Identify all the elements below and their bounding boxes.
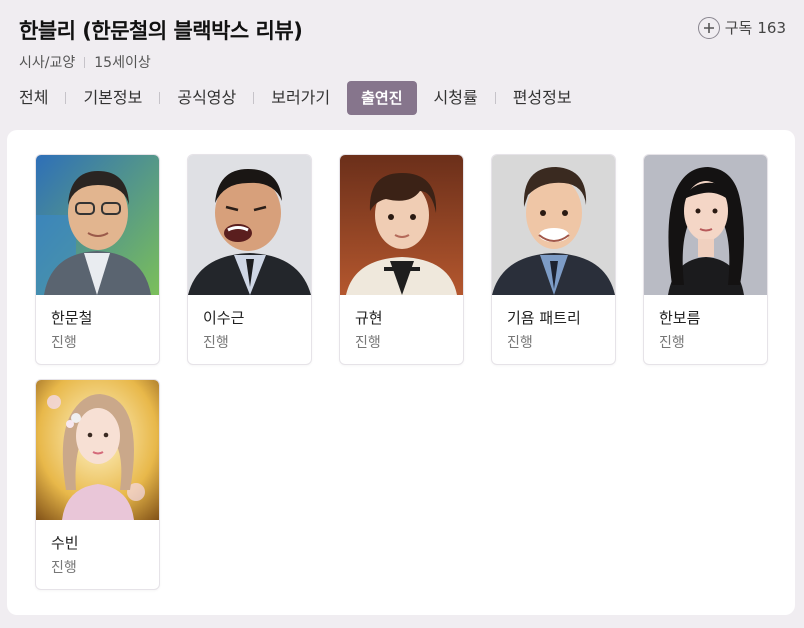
- cast-photo: [492, 155, 615, 295]
- cast-name: 이수근: [203, 309, 245, 327]
- tab-divider: [65, 92, 67, 104]
- genre-text: 시사/교양: [19, 55, 76, 71]
- cast-photo: [188, 155, 311, 295]
- subscribe-label: 구독: [724, 19, 753, 37]
- cast-name: 한보름: [659, 309, 701, 327]
- cast-photo: [644, 155, 767, 295]
- tab-all[interactable]: 전체: [19, 81, 48, 115]
- cast-name: 규현: [355, 309, 383, 327]
- cast-role: 진행: [507, 335, 533, 351]
- cast-role: 진행: [659, 335, 685, 351]
- tab-ratings[interactable]: 시청률: [434, 81, 478, 115]
- tab-divider: [159, 92, 161, 104]
- cast-name: 수빈: [51, 534, 79, 552]
- rating-text: 15세이상: [94, 55, 151, 71]
- cast-panel: 한문철 진행 이수근 진행 규현 진행 기욤 패트리 진행 한보름 진행 수빈 …: [7, 130, 795, 615]
- cast-photo: [36, 155, 159, 295]
- cast-role: 진행: [51, 335, 77, 351]
- cast-card[interactable]: 규현 진행: [339, 154, 464, 365]
- cast-role: 진행: [203, 335, 229, 351]
- tab-watch[interactable]: 보러가기: [271, 81, 330, 115]
- cast-card[interactable]: 한문철 진행: [35, 154, 160, 365]
- program-meta: 시사/교양 15세이상: [19, 52, 786, 72]
- plus-icon: [697, 17, 720, 39]
- tab-cast[interactable]: 출연진: [347, 81, 417, 115]
- cast-card[interactable]: 한보름 진행: [643, 154, 768, 365]
- cast-card[interactable]: 이수근 진행: [187, 154, 312, 365]
- tab-divider: [494, 92, 496, 104]
- program-header: 한블리 (한문철의 블랙박스 리뷰) 시사/교양 15세이상 구독 163: [19, 16, 786, 72]
- program-tabs: 전체 기본정보 공식영상 보러가기 출연진 시청률 편성정보: [19, 81, 572, 115]
- tab-divider: [253, 92, 255, 104]
- cast-photo: [36, 380, 159, 520]
- tab-info[interactable]: 기본정보: [83, 81, 142, 115]
- cast-role: 진행: [51, 560, 77, 576]
- cast-photo: [340, 155, 463, 295]
- tab-schedule[interactable]: 편성정보: [513, 81, 572, 115]
- subscribe-count: 163: [757, 19, 786, 37]
- cast-card[interactable]: 기욤 패트리 진행: [491, 154, 616, 365]
- cast-card[interactable]: 수빈 진행: [35, 379, 160, 590]
- meta-divider: [84, 56, 86, 68]
- program-title: 한블리 (한문철의 블랙박스 리뷰): [19, 19, 303, 43]
- cast-name: 한문철: [51, 309, 93, 327]
- cast-role: 진행: [355, 335, 381, 351]
- cast-name: 기욤 패트리: [507, 309, 581, 327]
- subscribe-button[interactable]: 구독 163: [697, 16, 786, 40]
- tab-videos[interactable]: 공식영상: [177, 81, 236, 115]
